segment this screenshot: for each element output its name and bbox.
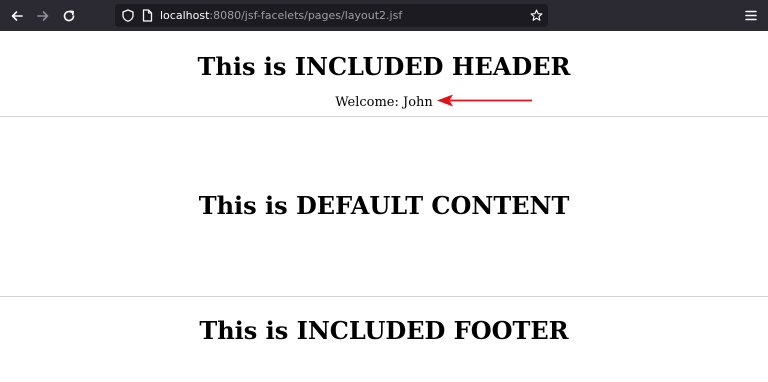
browser-toolbar: localhost:8080/jsf-facelets/pages/layout… bbox=[0, 0, 768, 31]
reload-icon[interactable] bbox=[59, 6, 79, 26]
header-divider bbox=[0, 116, 768, 117]
page-content: This is INCLUDED HEADER Welcome: John Th… bbox=[0, 31, 768, 382]
shield-icon[interactable] bbox=[121, 8, 135, 22]
url-path: :8080/jsf-facelets/pages/layout2.jsf bbox=[209, 9, 403, 22]
forward-icon[interactable] bbox=[33, 6, 53, 26]
url-bar[interactable]: localhost:8080/jsf-facelets/pages/layout… bbox=[115, 4, 548, 27]
page-icon[interactable] bbox=[140, 8, 154, 22]
url-text[interactable]: localhost:8080/jsf-facelets/pages/layout… bbox=[160, 4, 402, 27]
back-icon[interactable] bbox=[7, 6, 27, 26]
header-title: This is INCLUDED HEADER bbox=[197, 52, 571, 81]
footer-divider bbox=[0, 296, 768, 297]
menu-icon[interactable] bbox=[742, 6, 760, 24]
url-host: localhost bbox=[160, 9, 210, 22]
content-title: This is DEFAULT CONTENT bbox=[198, 191, 570, 220]
annotation-arrow-icon bbox=[437, 94, 532, 107]
welcome-message: Welcome: John bbox=[335, 95, 433, 110]
star-icon[interactable] bbox=[529, 8, 543, 22]
footer-title: This is INCLUDED FOOTER bbox=[199, 316, 569, 345]
